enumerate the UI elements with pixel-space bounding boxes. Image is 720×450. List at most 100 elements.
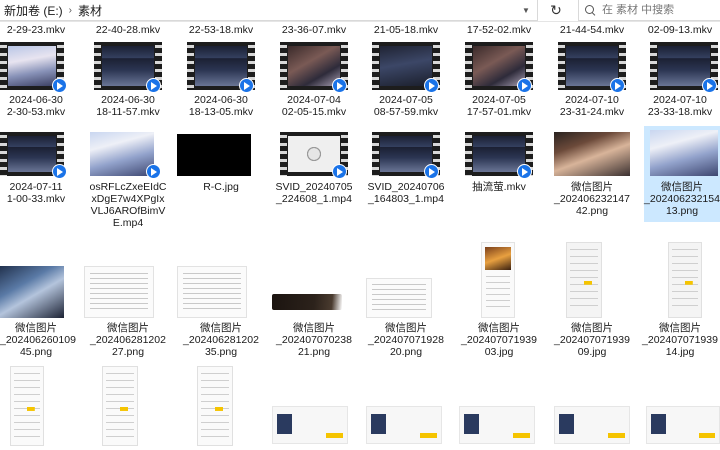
image-thumbnail xyxy=(554,406,630,444)
image-thumbnail xyxy=(554,132,630,176)
file-item[interactable]: 22-40-28.mkv xyxy=(84,22,172,36)
file-name: 2024-07-05 xyxy=(472,94,526,106)
file-name: 2024-06-30 xyxy=(194,94,248,106)
file-item[interactable]: 2024-06-30 18-13-05.mkv xyxy=(177,40,265,120)
file-name: 微信图片 xyxy=(293,322,335,334)
file-item[interactable]: 微信图片 _202406232147 42.png xyxy=(548,130,636,217)
file-item[interactable]: 2024-07-11 1-00-33.mkv xyxy=(0,130,72,206)
image-thumbnail xyxy=(10,366,44,446)
file-item[interactable]: R-C.jpg xyxy=(177,130,265,200)
file-name: xDgE7w4XPgIx xyxy=(91,193,165,205)
file-name: _202406232147 xyxy=(554,193,630,205)
file-item[interactable]: 微信图片 _202407071939 09.jpg xyxy=(548,242,636,362)
file-name: 35.png xyxy=(204,346,238,358)
breadcrumb-separator-icon[interactable]: › xyxy=(69,5,72,16)
file-name: 1-00-33.mkv xyxy=(6,193,66,205)
file-name: 23-33-18.mkv xyxy=(647,106,713,118)
file-name: _202407071939 xyxy=(554,334,630,346)
image-thumbnail xyxy=(84,266,154,318)
file-name: 微信图片 xyxy=(571,181,613,193)
breadcrumb-drive[interactable]: 新加卷 (E:) xyxy=(4,2,63,19)
file-item[interactable]: 微信图片 _202407070238 21.png xyxy=(270,262,358,362)
file-name: 21-05-18.mkv xyxy=(373,24,439,36)
play-badge-icon xyxy=(52,164,67,179)
file-item[interactable] xyxy=(177,366,265,450)
file-name: 17-57-01.mkv xyxy=(466,106,532,118)
file-item[interactable]: osRFLcZxeEIdC xDgE7w4XPgIx VLJ6AROfBimV … xyxy=(84,130,172,240)
search-box[interactable] xyxy=(578,0,720,21)
file-item[interactable] xyxy=(84,366,172,450)
file-item[interactable]: SVID_20240706 _164803_1.mp4 xyxy=(362,130,450,206)
search-input[interactable] xyxy=(602,4,712,16)
file-item[interactable] xyxy=(270,402,358,450)
file-item[interactable]: SVID_20240705 _224608_1.mp4 xyxy=(270,130,358,206)
file-name: 2024-07-04 xyxy=(287,94,341,106)
file-name: 23-31-24.mkv xyxy=(559,106,625,118)
file-name: 2024-06-30 xyxy=(101,94,155,106)
file-name: 09.jpg xyxy=(577,346,607,358)
address-toolbar: 新加卷 (E:) › 素材 ▼ ↻ xyxy=(0,0,720,22)
image-thumbnail xyxy=(0,266,64,318)
file-item[interactable]: 抽流萤.mkv xyxy=(455,130,543,200)
image-thumbnail xyxy=(646,406,720,444)
file-item[interactable] xyxy=(455,402,543,450)
image-thumbnail xyxy=(270,284,350,318)
image-thumbnail xyxy=(566,242,602,318)
file-name: _164803_1.mp4 xyxy=(368,193,444,205)
file-item[interactable]: 微信图片 _202406281202 27.png xyxy=(84,262,172,362)
file-name: 微信图片 xyxy=(200,322,242,334)
file-name: 微信图片 xyxy=(659,322,701,334)
file-name: 22-40-28.mkv xyxy=(95,24,161,36)
file-name: R-C.jpg xyxy=(203,181,239,193)
image-thumbnail xyxy=(102,366,138,446)
file-item[interactable]: 微信图片 _202406260109 45.png xyxy=(0,262,76,362)
play-badge-icon xyxy=(610,78,625,93)
file-name: SVID_20240706 xyxy=(367,181,445,193)
file-item-selected[interactable]: 微信图片 _202406232154 13.png xyxy=(644,126,720,222)
image-thumbnail xyxy=(650,130,718,176)
play-badge-icon xyxy=(332,164,347,179)
file-name: 2024-07-10 xyxy=(653,94,707,106)
file-name: _202406281202 xyxy=(90,334,166,346)
file-item[interactable]: 21-44-54.mkv xyxy=(548,22,636,36)
file-item[interactable]: 2024-06-30 18-11-57.mkv xyxy=(84,40,172,120)
file-item[interactable] xyxy=(362,402,450,450)
address-bar[interactable]: 新加卷 (E:) › 素材 ▼ xyxy=(0,0,538,21)
file-item[interactable]: 2024-07-04 02-05-15.mkv xyxy=(270,40,358,120)
file-name: VLJ6AROfBimV xyxy=(90,205,166,217)
file-item[interactable]: 23-36-07.mkv xyxy=(270,22,358,36)
file-item[interactable] xyxy=(548,402,636,450)
file-name: 13.png xyxy=(665,205,699,217)
file-item[interactable]: 2024-07-10 23-33-18.mkv xyxy=(640,40,720,120)
file-item[interactable]: 2024-06-30 2-30-53.mkv xyxy=(0,40,72,120)
file-item[interactable]: 2024-07-05 17-57-01.mkv xyxy=(455,40,543,120)
file-item[interactable]: 2024-07-10 23-31-24.mkv xyxy=(548,40,636,120)
file-item[interactable]: 2-29-23.mkv xyxy=(0,22,72,36)
breadcrumb-folder[interactable]: 素材 xyxy=(78,2,102,19)
file-item[interactable]: 微信图片 _202407071928 20.png xyxy=(362,262,450,362)
file-item[interactable]: 22-53-18.mkv xyxy=(177,22,265,36)
file-item[interactable]: 微信图片 _202406281202 35.png xyxy=(177,262,265,362)
refresh-icon[interactable]: ↻ xyxy=(542,0,570,21)
file-name: 微信图片 xyxy=(107,322,149,334)
file-item[interactable]: 02-09-13.mkv xyxy=(640,22,720,36)
file-name: 2-30-53.mkv xyxy=(6,106,66,118)
file-item[interactable]: 微信图片 _202407071939 03.jpg xyxy=(455,242,543,362)
play-badge-icon xyxy=(52,78,67,93)
file-name: 20.png xyxy=(389,346,423,358)
chevron-down-icon[interactable]: ▼ xyxy=(520,5,532,17)
image-thumbnail xyxy=(481,242,515,318)
file-item[interactable]: 21-05-18.mkv xyxy=(362,22,450,36)
file-item[interactable] xyxy=(640,402,720,450)
play-badge-icon xyxy=(332,78,347,93)
file-item[interactable] xyxy=(0,366,72,450)
file-name: 21-44-54.mkv xyxy=(559,24,625,36)
file-name: 02-05-15.mkv xyxy=(281,106,347,118)
play-badge-icon xyxy=(702,78,717,93)
file-item[interactable]: 17-52-02.mkv xyxy=(455,22,543,36)
file-item[interactable]: 2024-07-05 08-57-59.mkv xyxy=(362,40,450,120)
image-thumbnail xyxy=(197,366,233,446)
video-thumbnail xyxy=(90,132,154,176)
file-item[interactable]: 微信图片 _202407071939 14.jpg xyxy=(640,242,720,362)
file-name: SVID_20240705 xyxy=(275,181,353,193)
